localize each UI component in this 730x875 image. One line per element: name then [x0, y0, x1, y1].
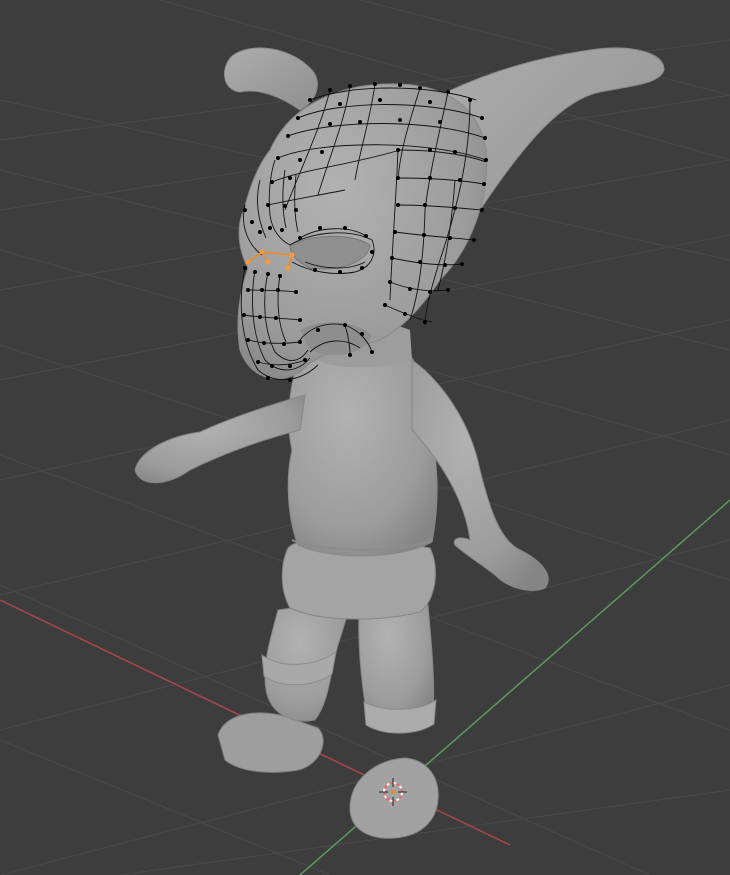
- left-ear[interactable]: [224, 47, 318, 111]
- viewport-canvas[interactable]: [0, 0, 730, 875]
- right-shoe[interactable]: [349, 757, 439, 839]
- 3d-viewport[interactable]: [0, 0, 730, 875]
- left-arm[interactable]: [134, 394, 306, 484]
